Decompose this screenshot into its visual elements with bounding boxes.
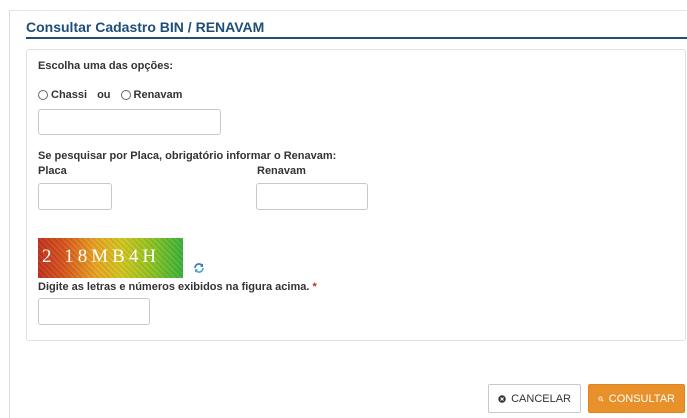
renavam-input[interactable]: [256, 183, 368, 210]
search-type-radio-group: Chassi ou Renavam: [38, 89, 182, 101]
captcha-instruction: Digite as letras e números exibidos na f…: [38, 281, 317, 293]
renavam-radio[interactable]: [120, 90, 131, 100]
captcha-instruction-text: Digite as letras e números exibidos na f…: [38, 281, 310, 293]
captcha-image: 2 18MB4H: [38, 238, 183, 278]
required-mark: *: [312, 281, 317, 293]
options-label: Escolha uma das opções:: [38, 60, 174, 72]
renavam-label: Renavam: [257, 165, 306, 177]
close-circle-icon: [498, 394, 506, 403]
placa-input[interactable]: [38, 183, 112, 210]
search-icon: [598, 395, 604, 402]
title-divider: [26, 37, 687, 39]
placa-label: Placa: [38, 165, 67, 177]
chassi-renavam-input[interactable]: [38, 109, 221, 135]
search-button-label: CONSULTAR: [608, 392, 675, 405]
captcha-input[interactable]: [38, 298, 150, 325]
chassi-radio-label[interactable]: Chassi: [51, 89, 87, 101]
cancel-button-label: CANCELAR: [511, 392, 571, 405]
search-button[interactable]: CONSULTAR: [588, 384, 685, 413]
page-title: Consultar Cadastro BIN / RENAVAM: [26, 19, 265, 35]
renavam-radio-label[interactable]: Renavam: [134, 89, 183, 101]
cancel-button[interactable]: CANCELAR: [488, 384, 581, 413]
chassi-radio[interactable]: [38, 90, 48, 100]
refresh-icon[interactable]: [193, 262, 205, 274]
or-separator: ou: [97, 89, 111, 101]
captcha-text: 2 18MB4H: [42, 246, 161, 267]
placa-note: Se pesquisar por Placa, obrigatório info…: [38, 150, 337, 162]
